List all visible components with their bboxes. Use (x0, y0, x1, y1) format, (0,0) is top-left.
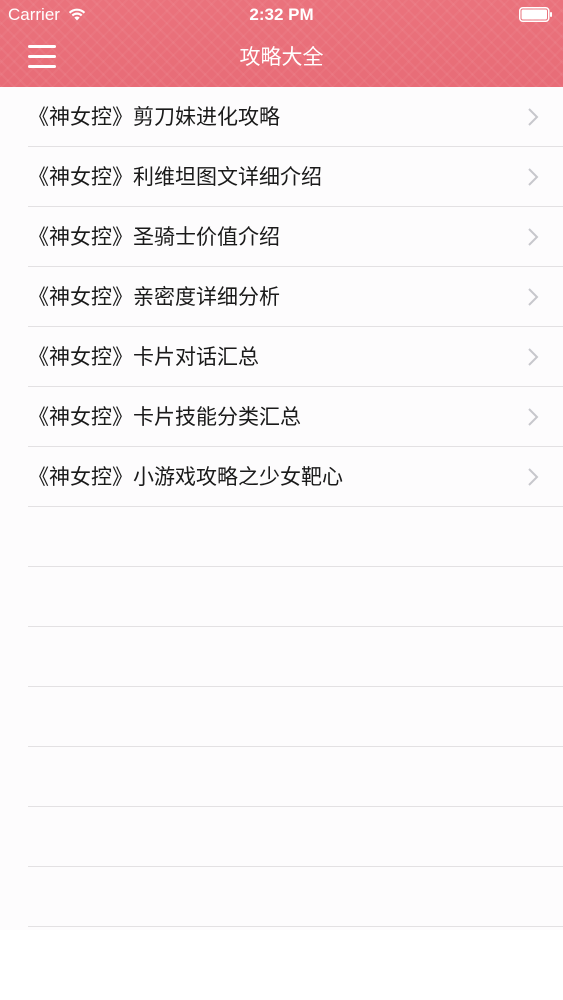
empty-list-row (28, 687, 563, 747)
empty-list-row (28, 747, 563, 807)
status-bar: Carrier 2:32 PM (0, 0, 563, 30)
empty-list-row (28, 867, 563, 927)
page-title: 攻略大全 (239, 45, 324, 69)
empty-list-row (28, 627, 563, 687)
list-item[interactable]: 《神女控》利维坦图文详细介绍 (28, 147, 563, 207)
chevron-right-icon (528, 288, 539, 306)
empty-list-row (28, 567, 563, 627)
list-item-label: 《神女控》利维坦图文详细介绍 (28, 165, 322, 189)
list-item[interactable]: 《神女控》小游戏攻略之少女靶心 (28, 447, 563, 507)
list-item-label: 《神女控》小游戏攻略之少女靶心 (28, 465, 343, 489)
empty-list-row (28, 507, 563, 567)
battery-icon (519, 7, 552, 22)
header: Carrier 2:32 PM 攻略大全 (0, 0, 563, 87)
navigation-bar: 攻略大全 (0, 30, 563, 87)
chevron-right-icon (528, 468, 539, 486)
chevron-right-icon (528, 168, 539, 186)
list-item[interactable]: 《神女控》卡片技能分类汇总 (28, 387, 563, 447)
status-time: 2:32 PM (249, 5, 314, 24)
list-item-label: 《神女控》亲密度详细分析 (28, 285, 280, 309)
chevron-right-icon (528, 228, 539, 246)
list-item[interactable]: 《神女控》卡片对话汇总 (28, 327, 563, 387)
app-screen: Carrier 2:32 PM 攻略大全 《神女控》剪刀妹进化攻略 《神女控》利… (0, 0, 563, 1000)
list-item-label: 《神女控》剪刀妹进化攻略 (28, 105, 280, 129)
list-item-label: 《神女控》卡片技能分类汇总 (28, 405, 301, 429)
list-item[interactable]: 《神女控》圣骑士价值介绍 (28, 207, 563, 267)
list-item[interactable]: 《神女控》剪刀妹进化攻略 (28, 87, 563, 147)
chevron-right-icon (528, 348, 539, 366)
guide-list: 《神女控》剪刀妹进化攻略 《神女控》利维坦图文详细介绍 《神女控》圣骑士价值介绍… (0, 87, 563, 927)
list-item-label: 《神女控》圣骑士价值介绍 (28, 225, 280, 249)
list-item-label: 《神女控》卡片对话汇总 (28, 345, 259, 369)
chevron-right-icon (528, 108, 539, 126)
chevron-right-icon (528, 408, 539, 426)
empty-list-row (28, 807, 563, 867)
list-item[interactable]: 《神女控》亲密度详细分析 (28, 267, 563, 327)
